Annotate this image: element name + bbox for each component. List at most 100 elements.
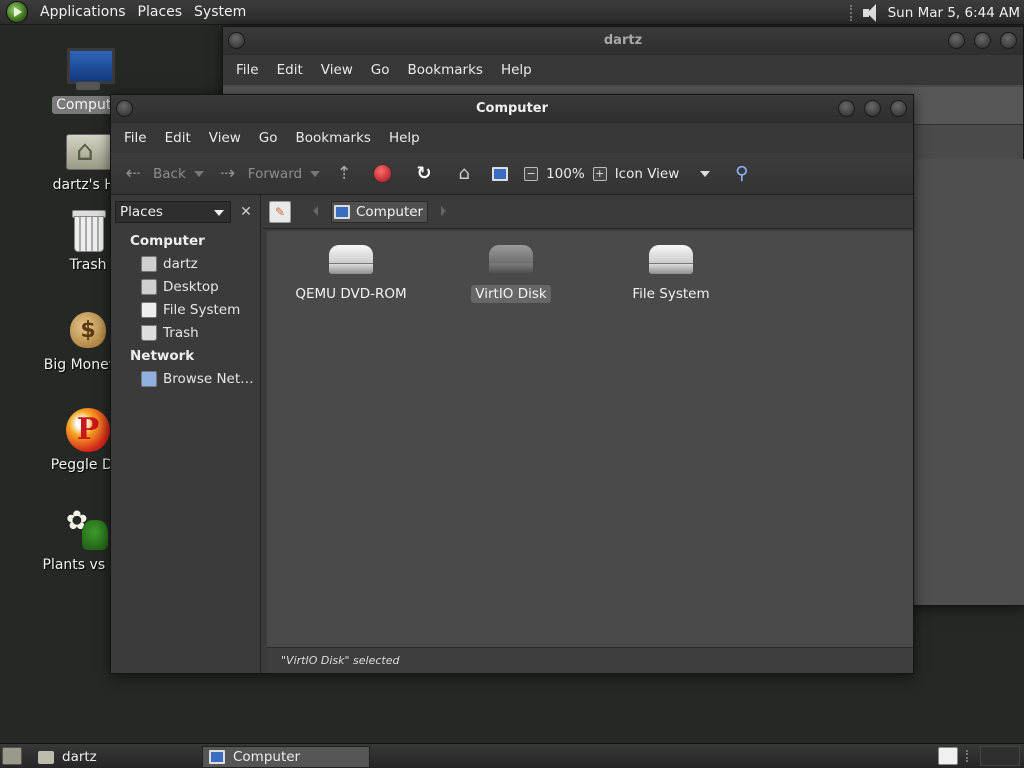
desktop-folder-icon xyxy=(141,279,157,295)
minimize-icon[interactable] xyxy=(838,100,855,117)
home-button[interactable]: ⌂ xyxy=(452,162,476,186)
sidebar-item-desktop[interactable]: Desktop xyxy=(141,279,219,295)
maximize-icon[interactable] xyxy=(864,100,881,117)
computer-icon xyxy=(334,205,350,219)
maximize-icon[interactable] xyxy=(974,32,991,49)
close-icon[interactable] xyxy=(1000,32,1017,49)
computer-window[interactable]: Computer File Edit View Go Bookmarks Hel… xyxy=(110,94,914,674)
trash-icon xyxy=(141,325,157,341)
optical-drive-icon xyxy=(329,245,373,275)
menu-system[interactable]: System xyxy=(188,4,252,20)
home-folder-icon xyxy=(64,126,112,174)
menu-go[interactable]: Go xyxy=(250,130,287,146)
icon-view[interactable]: QEMU DVD-ROM VirtIO Disk File System xyxy=(267,231,913,647)
menu-go[interactable]: Go xyxy=(362,62,399,78)
clock[interactable]: Sun Mar 5, 6:44 AM xyxy=(888,5,1020,21)
item-virtio-disk[interactable]: VirtIO Disk xyxy=(431,245,591,303)
status-bar: "VirtIO Disk" selected xyxy=(267,647,913,673)
computer-icon xyxy=(209,750,225,764)
menu-bookmarks[interactable]: Bookmarks xyxy=(287,130,380,146)
sidebar: Places ✕ Computer dartz Desktop File Sys… xyxy=(111,195,261,673)
network-icon xyxy=(141,371,157,387)
workspace-switcher-icon[interactable] xyxy=(938,747,958,765)
menu-help[interactable]: Help xyxy=(380,130,429,146)
forward-history-dropdown[interactable] xyxy=(310,170,321,177)
money-bag-icon xyxy=(64,306,112,354)
menu-file[interactable]: File xyxy=(115,130,156,146)
taskbar-item-dartz[interactable]: dartz xyxy=(32,746,200,768)
window-title: Computer xyxy=(475,101,549,116)
bottom-panel: dartz Computer xyxy=(0,743,1024,768)
hard-disk-icon xyxy=(649,245,693,275)
menu-file[interactable]: File xyxy=(227,62,268,78)
titlebar[interactable]: Computer xyxy=(111,95,913,123)
view-mode-select[interactable]: Icon View xyxy=(615,166,710,182)
content-area xyxy=(913,159,1024,605)
crumb-scroll-right-icon[interactable] xyxy=(441,206,446,216)
zoom-out-button[interactable]: − xyxy=(524,166,539,181)
reload-icon: ↻ xyxy=(416,163,432,184)
menu-view[interactable]: View xyxy=(312,62,362,78)
titlebar[interactable]: dartz xyxy=(223,27,1023,55)
taskbar-item-computer[interactable]: Computer xyxy=(202,746,370,768)
back-arrow-icon: ⇠ xyxy=(125,163,141,184)
menu-applications[interactable]: Applications xyxy=(34,4,132,20)
back-history-dropdown[interactable] xyxy=(193,170,204,177)
show-desktop-icon[interactable] xyxy=(2,747,22,765)
menu-edit[interactable]: Edit xyxy=(156,130,200,146)
sidebar-section-computer: Computer xyxy=(130,233,205,249)
sidebar-item-browse-network[interactable]: Browse Net… xyxy=(141,371,254,387)
panel-grip-icon xyxy=(966,750,972,762)
sidebar-type-select[interactable]: Places xyxy=(115,201,231,223)
breadcrumb-computer[interactable]: Computer xyxy=(331,201,429,223)
top-panel: Applications Places System Sun Mar 5, 6:… xyxy=(0,0,1024,25)
edit-location-button[interactable]: ✎ xyxy=(269,201,291,223)
forward-arrow-icon: ⇢ xyxy=(220,163,236,184)
up-button[interactable]: ⇡ xyxy=(332,162,356,186)
sidebar-item-trash[interactable]: Trash xyxy=(141,325,199,341)
workspace-switcher[interactable] xyxy=(980,746,1020,766)
taskbar-item-label: dartz xyxy=(62,749,97,765)
window-menu-icon[interactable] xyxy=(228,32,245,49)
back-button[interactable]: ⇠ Back xyxy=(121,162,185,186)
sidebar-item-label: dartz xyxy=(163,256,198,272)
pencil-icon: ✎ xyxy=(274,205,286,219)
sidebar-item-file-system[interactable]: File System xyxy=(141,302,240,318)
computer-button[interactable] xyxy=(492,166,509,181)
reload-button[interactable]: ↻ xyxy=(412,162,436,186)
close-icon: ✕ xyxy=(240,204,252,220)
menu-help[interactable]: Help xyxy=(492,62,541,78)
window-menu-icon[interactable] xyxy=(116,100,133,117)
stop-button[interactable] xyxy=(373,164,393,183)
desktop-icon-label: Trash xyxy=(69,257,107,273)
home-folder-icon: ⌂ xyxy=(458,163,470,184)
sidebar-item-label: File System xyxy=(163,302,241,318)
menu-places[interactable]: Places xyxy=(132,4,189,20)
item-file-system[interactable]: File System xyxy=(591,245,751,303)
sidebar-close-button[interactable]: ✕ xyxy=(235,201,257,223)
zoom-in-icon: + xyxy=(592,166,607,181)
sidebar-item-label: Desktop xyxy=(163,279,219,295)
trash-icon xyxy=(64,206,112,254)
item-label: QEMU DVD-ROM xyxy=(295,286,407,302)
volume-icon[interactable] xyxy=(860,3,882,23)
search-button[interactable]: ⚲ xyxy=(730,162,754,186)
toolbar: ⇠ Back ⇢ Forward ⇡ ↻ ⌂ − 100% + Icon Vie… xyxy=(111,153,913,195)
item-qemu-dvd-rom[interactable]: QEMU DVD-ROM xyxy=(271,245,431,303)
minimize-icon[interactable] xyxy=(948,32,965,49)
up-arrow-icon: ⇡ xyxy=(336,163,352,184)
zoom-level: 100% xyxy=(546,165,585,182)
menu-bookmarks[interactable]: Bookmarks xyxy=(399,62,492,78)
drive-icon xyxy=(141,302,157,318)
menu-edit[interactable]: Edit xyxy=(268,62,312,78)
distro-logo-icon[interactable] xyxy=(6,1,28,23)
forward-label: Forward xyxy=(247,165,303,182)
close-icon[interactable] xyxy=(890,100,907,117)
crumb-scroll-left-icon[interactable] xyxy=(313,206,318,216)
zoom-in-button[interactable]: + xyxy=(592,166,607,181)
sidebar-item-dartz[interactable]: dartz xyxy=(141,256,198,272)
chevron-down-icon xyxy=(699,170,710,177)
menu-view[interactable]: View xyxy=(200,130,250,146)
window-title: dartz xyxy=(603,33,643,48)
forward-button[interactable]: ⇢ Forward xyxy=(216,162,302,186)
